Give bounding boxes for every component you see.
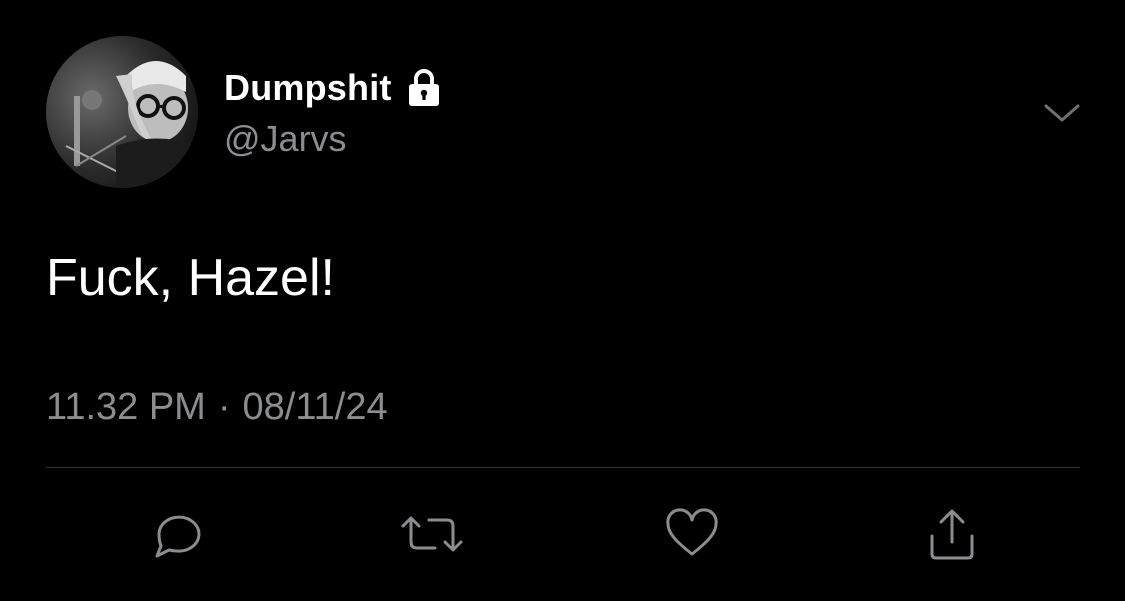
heart-icon [664, 506, 720, 562]
author-name-row: Dumpshit [224, 66, 444, 110]
lock-icon [404, 68, 444, 108]
reply-icon [147, 506, 203, 562]
divider [46, 467, 1080, 468]
avatar[interactable] [46, 36, 198, 188]
retweet-icon [399, 506, 465, 562]
avatar-image [46, 36, 198, 188]
author-handle[interactable]: @Jarvs [224, 118, 347, 160]
tweet-text: Fuck, Hazel! [46, 249, 335, 307]
action-bar [0, 500, 1125, 570]
chevron-down-icon[interactable] [1042, 98, 1082, 128]
tweet-timestamp[interactable]: 11.32 PM · 08/11/24 [46, 386, 388, 429]
tweet-detail: Dumpshit @Jarvs Fuck, Hazel! 11.32 PM · … [0, 0, 1125, 601]
like-button[interactable] [662, 504, 722, 564]
reply-button[interactable] [145, 504, 205, 564]
timestamp-separator: · [217, 386, 231, 428]
share-icon [924, 506, 980, 562]
tweet-date: 08/11/24 [242, 386, 388, 428]
author-display-name[interactable]: Dumpshit [224, 67, 392, 109]
retweet-button[interactable] [399, 504, 465, 564]
share-button[interactable] [922, 504, 982, 564]
tweet-time: 11.32 PM [46, 386, 206, 428]
